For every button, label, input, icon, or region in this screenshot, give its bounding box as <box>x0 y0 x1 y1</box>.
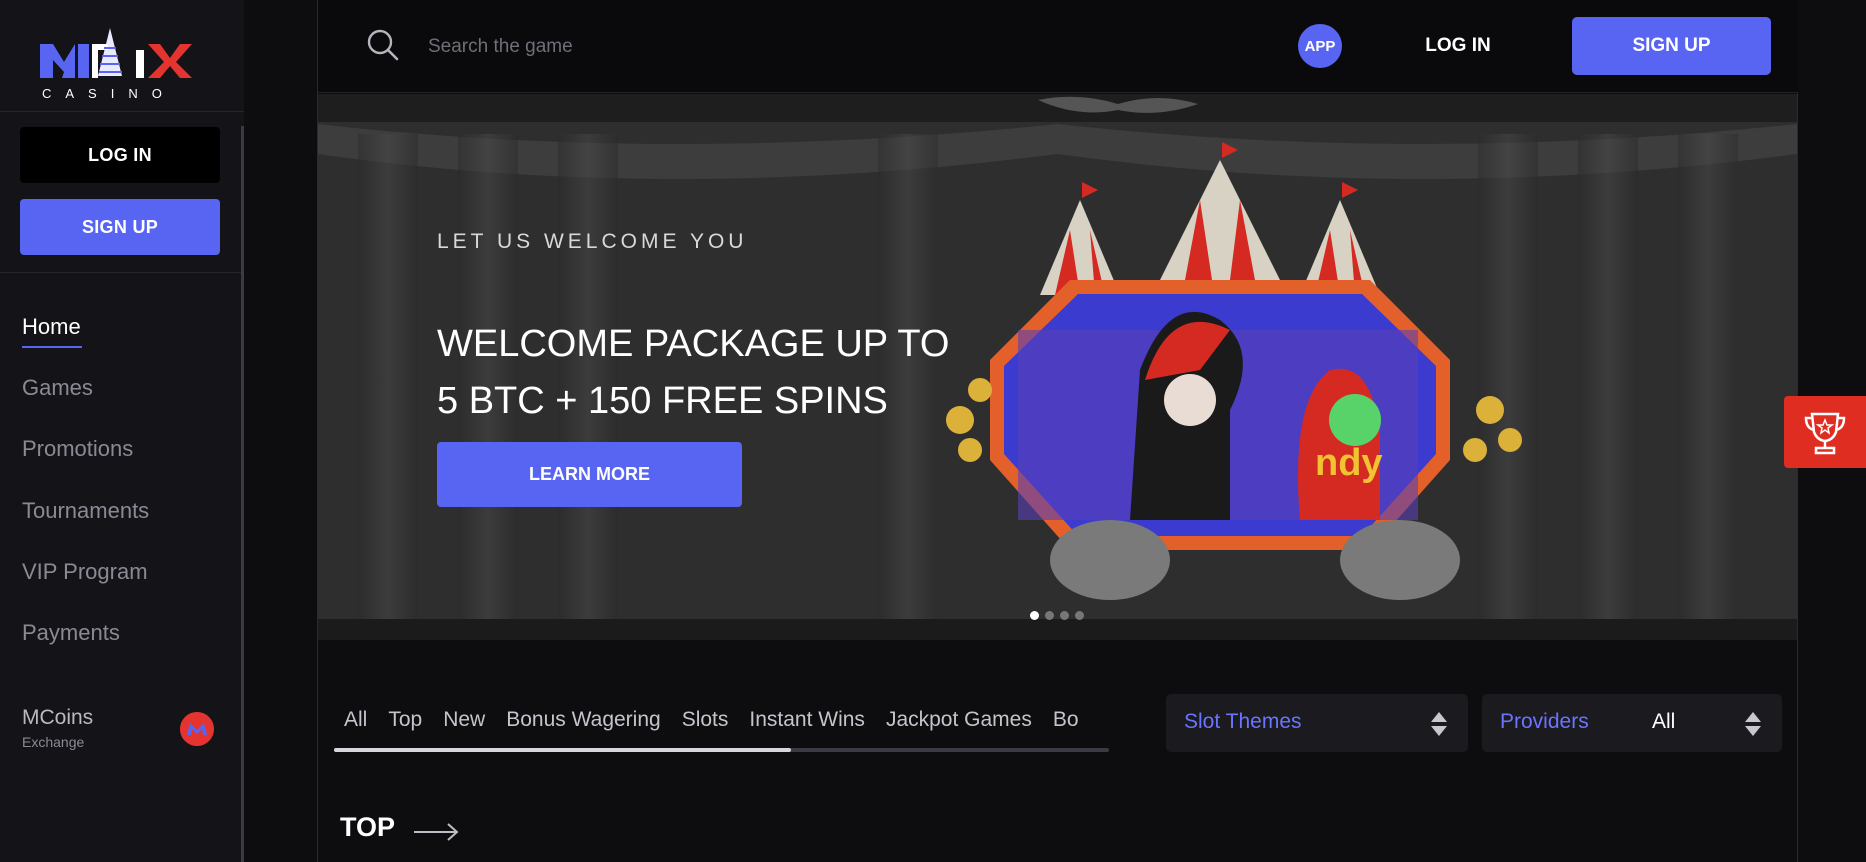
trophy-icon <box>1804 412 1846 455</box>
sidebar-item-payments[interactable]: Payments <box>22 620 120 646</box>
active-nav-underline <box>22 346 82 348</box>
section-title-top[interactable]: TOP <box>340 812 395 843</box>
mirax-casino-logo[interactable]: CASINO <box>40 26 200 106</box>
mcoin-icon[interactable] <box>180 712 214 746</box>
carousel-dot[interactable] <box>1060 611 1069 620</box>
carousel-dot[interactable] <box>1030 611 1039 620</box>
sort-arrows-icon <box>1745 712 1761 736</box>
tab-instant-wins[interactable]: Instant Wins <box>749 708 865 732</box>
providers-label: Providers <box>1500 710 1589 733</box>
carousel-dots <box>1030 611 1084 620</box>
sidebar-divider <box>0 272 244 273</box>
hero-eyebrow: LET US WELCOME YOU <box>437 230 748 253</box>
tab-all[interactable]: All <box>344 708 367 732</box>
sidebar-login-button[interactable]: LOG IN <box>20 127 220 183</box>
tab-bonus-buy[interactable]: Bo <box>1053 708 1079 732</box>
logo-divider <box>0 111 244 112</box>
providers-select[interactable]: Providers All <box>1482 694 1782 752</box>
tab-bonus-wagering[interactable]: Bonus Wagering <box>506 708 660 732</box>
slot-game-artwork: ndy <box>946 142 1522 600</box>
tabs-scroll-thumb[interactable] <box>334 748 791 752</box>
sidebar-item-tournaments[interactable]: Tournaments <box>22 498 149 524</box>
sidebar-item-home[interactable]: Home <box>22 314 81 340</box>
providers-value: All <box>1652 710 1676 733</box>
arrow-right-icon[interactable] <box>412 820 460 844</box>
hero-title-line-2: 5 BTC + 150 FREE SPINS <box>437 380 888 422</box>
svg-text:ndy: ndy <box>1315 442 1383 484</box>
tab-slots[interactable]: Slots <box>682 708 729 732</box>
logo-subtitle: CASINO <box>42 86 176 101</box>
sidebar-item-mcoins[interactable]: MCoins <box>22 706 93 730</box>
tab-jackpot-games[interactable]: Jackpot Games <box>886 708 1032 732</box>
slot-themes-label: Slot Themes <box>1184 710 1302 733</box>
sidebar-item-vip-program[interactable]: VIP Program <box>22 559 148 585</box>
slot-themes-select[interactable]: Slot Themes <box>1166 694 1468 752</box>
category-tabs: All Top New Bonus Wagering Slots Instant… <box>344 708 1108 732</box>
mcoins-sublabel: Exchange <box>22 734 85 750</box>
sidebar-item-promotions[interactable]: Promotions <box>22 436 133 462</box>
search-input[interactable] <box>426 28 830 66</box>
tab-new[interactable]: New <box>443 708 485 732</box>
header-signup-button[interactable]: SIGN UP <box>1572 17 1771 75</box>
sidebar-item-games[interactable]: Games <box>22 375 93 401</box>
carousel-dot[interactable] <box>1045 611 1054 620</box>
header-login-button[interactable]: LOG IN <box>1400 30 1516 62</box>
app-button[interactable]: APP <box>1298 24 1342 68</box>
learn-more-button[interactable]: LEARN MORE <box>437 442 742 507</box>
sidebar-signup-button[interactable]: SIGN UP <box>20 199 220 255</box>
tab-top[interactable]: Top <box>388 708 422 732</box>
sort-arrows-icon <box>1431 712 1447 736</box>
tournaments-trophy-button[interactable] <box>1784 396 1866 468</box>
hero-title: WELCOME PACKAGE UP TO 5 BTC + 150 FREE S… <box>437 316 957 430</box>
hero-title-line-1: WELCOME PACKAGE UP TO <box>437 323 950 365</box>
sidebar-scrollbar[interactable] <box>241 126 244 862</box>
carousel-dot[interactable] <box>1075 611 1084 620</box>
search-icon[interactable] <box>366 28 400 62</box>
sidebar: CASINO LOG IN SIGN UP Home Games Promoti… <box>0 0 244 862</box>
